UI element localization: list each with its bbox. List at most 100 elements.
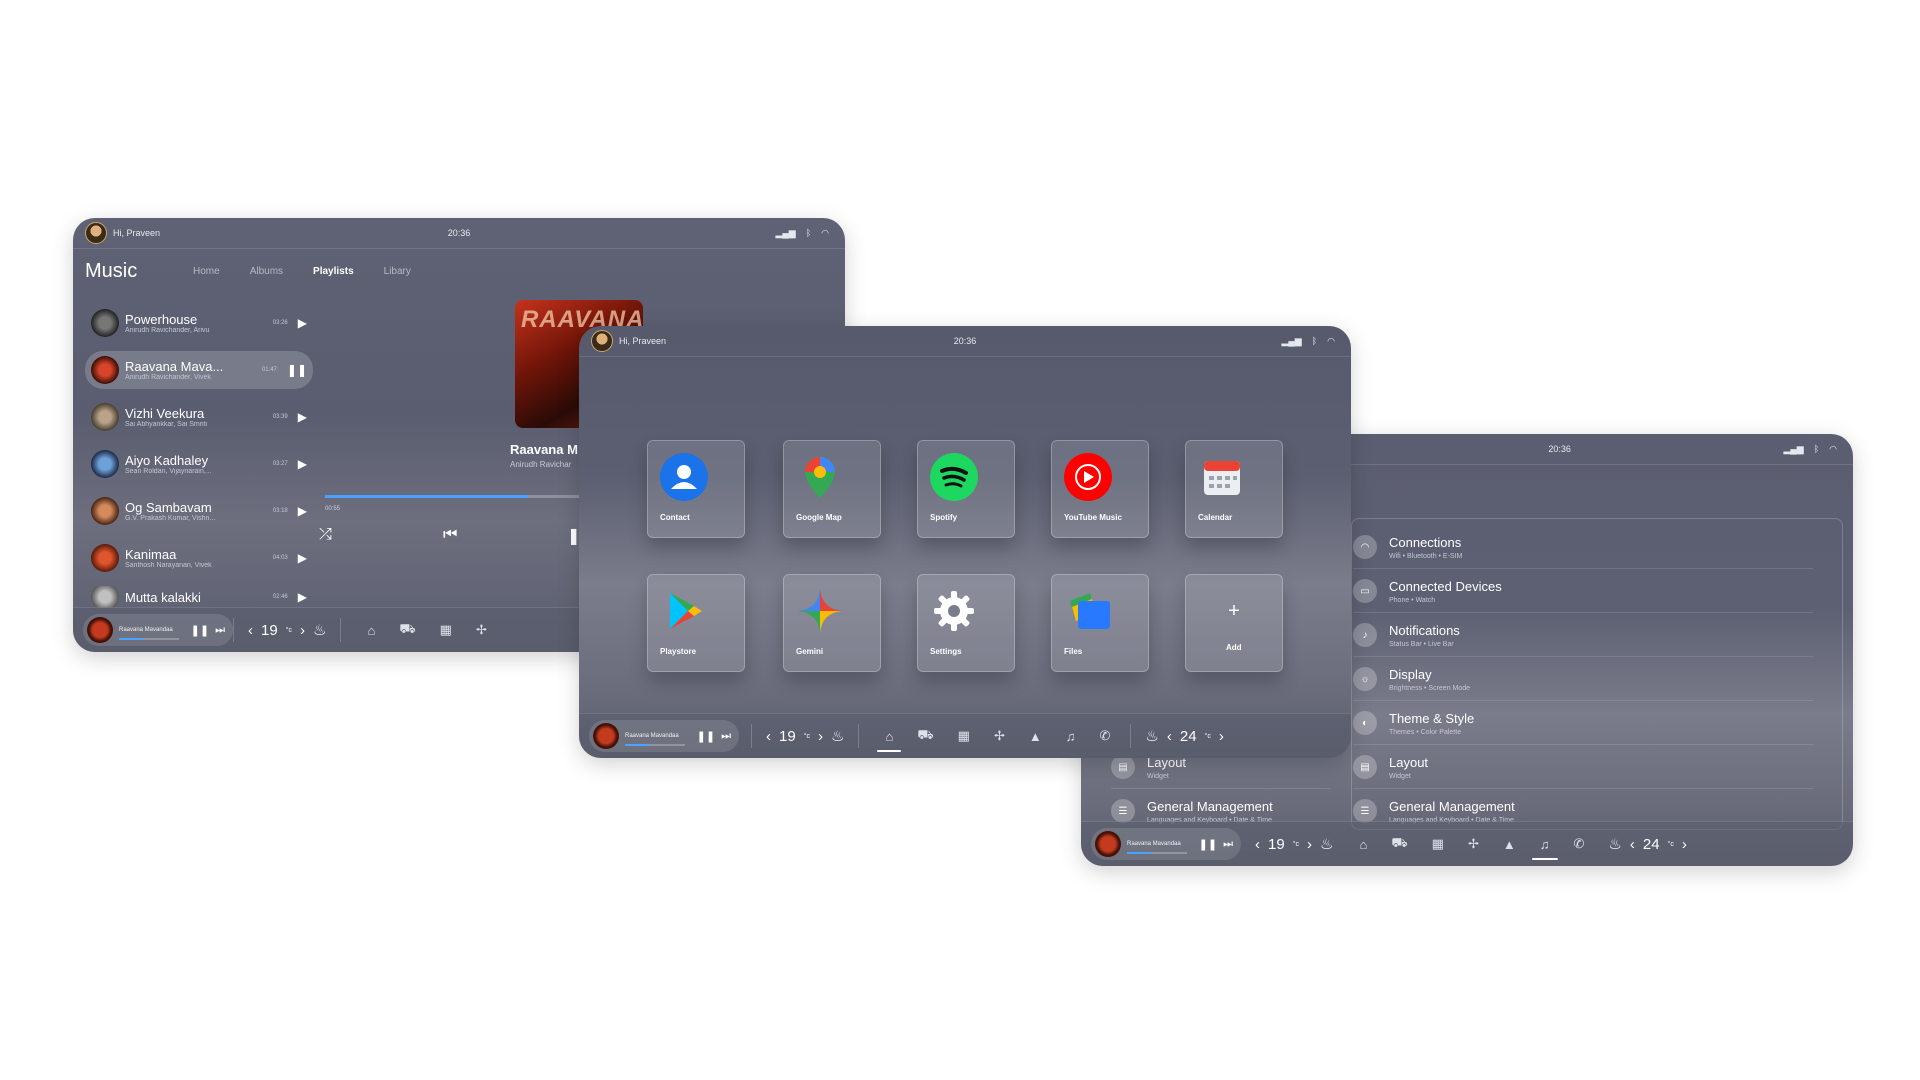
dock-nav: ⌂ ⛟ ▦ ✢ (367, 621, 486, 639)
devices-icon: ▭ (1353, 579, 1377, 603)
mini-player[interactable]: Raavana Mavandaa ❚❚ ⏭ (1091, 828, 1241, 860)
next-icon[interactable]: ⏭ (1223, 838, 1233, 851)
gear-icon (930, 587, 978, 635)
play-icon[interactable]: ▶ (298, 590, 307, 604)
chevron-right-icon[interactable]: › (1307, 836, 1312, 853)
tab-home[interactable]: Home (193, 266, 220, 277)
fan-icon[interactable]: ✢ (994, 728, 1005, 744)
phone-icon[interactable]: ✆ (1100, 728, 1111, 744)
chevron-left-icon[interactable]: ‹ (1255, 836, 1260, 853)
contact-icon (660, 453, 708, 501)
home-icon[interactable]: ⌂ (1359, 837, 1367, 852)
settings-item-connections[interactable]: ◠ Connections Wifi • Bluetooth • E-SIM (1353, 526, 1813, 569)
seat-heat-icon[interactable]: ♨ (1608, 835, 1621, 853)
chevron-right-icon[interactable]: › (818, 728, 823, 745)
app-gemini[interactable]: Gemini (783, 574, 881, 672)
mini-album-art (87, 617, 113, 643)
temperature-left: ‹ 19 °c › ♨ (766, 727, 845, 746)
sliders-icon: ☰ (1111, 799, 1135, 823)
seek-bar[interactable] (325, 495, 585, 498)
fan-icon[interactable]: ✢ (1468, 836, 1479, 852)
now-playing-title: Raavana M (510, 442, 578, 457)
previous-icon[interactable]: ⏮ (443, 526, 457, 544)
list-item[interactable]: Vizhi Veekura Sai Abhyankkar, Sai Smriti 0… (85, 398, 313, 436)
navigation-icon[interactable]: ▲ (1029, 729, 1042, 744)
pause-icon[interactable]: ❚❚ (1199, 838, 1217, 851)
app-contact[interactable]: Contact (647, 440, 745, 538)
mini-player[interactable]: Raavana Mavandaa ❚❚ ⏭ (589, 720, 739, 752)
play-icon[interactable]: ▶ (298, 410, 307, 424)
clock: 20:36 (1548, 444, 1571, 454)
seat-heat-icon[interactable]: ♨ (1145, 727, 1158, 745)
map-pin-icon (796, 453, 844, 501)
app-spotify[interactable]: Spotify (917, 440, 1015, 538)
apps-grid-icon[interactable]: ▦ (1432, 836, 1444, 852)
pause-icon[interactable]: ❚❚ (287, 363, 307, 377)
home-icon[interactable]: ⌂ (877, 729, 902, 752)
apps-grid-icon[interactable]: ▦ (958, 728, 970, 744)
settings-item-display[interactable]: ☼ Display Brightness • Screen Mode (1353, 658, 1813, 701)
play-icon[interactable]: ▶ (298, 504, 307, 518)
phone-icon[interactable]: ✆ (1574, 836, 1585, 852)
tab-library[interactable]: Libary (384, 266, 411, 277)
app-settings[interactable]: Settings (917, 574, 1015, 672)
next-icon[interactable]: ⏭ (215, 624, 225, 637)
play-icon[interactable]: ▶ (298, 457, 307, 471)
list-item[interactable]: Og Sambavam G.V. Prakash Kumar, Vishn... 0… (85, 492, 313, 530)
navigation-icon[interactable]: ▲ (1503, 837, 1516, 852)
settings-item-notifications[interactable]: ♪ Notifications Status Bar • Live Bar (1353, 614, 1813, 657)
car-icon[interactable]: ⛟ (917, 727, 933, 745)
chevron-left-icon[interactable]: ‹ (248, 622, 253, 639)
seat-heat-icon[interactable]: ♨ (313, 621, 326, 639)
play-icon[interactable]: ▶ (298, 551, 307, 565)
pause-icon[interactable]: ❚❚ (697, 730, 715, 743)
app-youtube-music[interactable]: YouTube Music (1051, 440, 1149, 538)
greeting: Hi, Praveen (113, 228, 161, 238)
mini-player[interactable]: Raavana Mavandaa ❚❚ ⏭ (83, 614, 233, 646)
app-add[interactable]: + Add (1185, 574, 1283, 672)
apps-screen: Hi, Praveen 20:36 ▂▄▆ ᛒ ◠ Contact Google M… (579, 326, 1351, 758)
music-icon[interactable]: ♫ (1531, 837, 1558, 860)
pause-icon[interactable]: ❚❚ (191, 624, 209, 637)
chevron-left-icon[interactable]: ‹ (766, 728, 771, 745)
next-icon[interactable]: ⏭ (721, 730, 731, 743)
settings-item-theme[interactable]: ◐ Theme & Style Themes • Color Palette (1353, 702, 1813, 745)
car-icon[interactable]: ⛟ (1391, 835, 1407, 853)
bluetooth-icon: ᛒ (1813, 444, 1820, 454)
list-item[interactable]: Mutta kalakki 02:46 ▶ (85, 586, 313, 608)
chevron-left-icon[interactable]: ‹ (1630, 836, 1635, 853)
settings-item-connected-devices[interactable]: ▭ Connected Devices Phone • Watch (1353, 570, 1813, 613)
play-icon[interactable]: ▶ (298, 316, 307, 330)
bluetooth-icon: ᛒ (1311, 336, 1318, 346)
seat-heat-icon[interactable]: ♨ (1320, 835, 1333, 853)
list-item[interactable]: Powerhouse Anirudh Ravichander, Arivu 03:2… (85, 304, 313, 342)
list-item[interactable]: Aiyo Kadhaley Sean Roldan, Vijaynarain,..… (85, 445, 313, 483)
app-files[interactable]: Files (1051, 574, 1149, 672)
app-playstore[interactable]: Playstore (647, 574, 745, 672)
home-icon[interactable]: ⌂ (367, 623, 375, 638)
settings-item-layout[interactable]: ▤ Layout Widget (1353, 746, 1813, 789)
avatar[interactable] (591, 330, 613, 352)
app-google-map[interactable]: Google Map (783, 440, 881, 538)
chevron-right-icon[interactable]: › (300, 622, 305, 639)
shuffle-icon[interactable]: ⤮ (319, 526, 332, 544)
temperature-right: ♨ ‹ 24 °c › (1608, 835, 1687, 854)
music-icon[interactable]: ♫ (1066, 729, 1076, 744)
bottom-dock: Raavana Mavandaa ❚❚ ⏭ ‹ 19 °c › ♨ ⌂ ⛟ ▦ ✢ ▲ ♫ ✆ ♨ ‹ 24… (579, 713, 1351, 758)
avatar[interactable] (85, 222, 107, 244)
list-item[interactable]: Raavana Mava... Anirudh Ravichander, Vive… (85, 351, 313, 389)
app-calendar[interactable]: Calendar (1185, 440, 1283, 538)
chevron-right-icon[interactable]: › (1219, 728, 1224, 745)
music-tabs: Home Albums Playlists Libary (193, 266, 411, 277)
chevron-right-icon[interactable]: › (1682, 836, 1687, 853)
apps-grid-icon[interactable]: ▦ (440, 622, 452, 638)
tab-playlists[interactable]: Playlists (313, 266, 354, 277)
car-icon[interactable]: ⛟ (399, 621, 415, 639)
seat-heat-icon[interactable]: ♨ (831, 727, 844, 745)
layout-icon: ▤ (1111, 755, 1135, 779)
list-item[interactable]: Kanimaa Santhosh Narayanan, Vivek 04:03 ▶ (85, 539, 313, 577)
tab-albums[interactable]: Albums (250, 266, 283, 277)
fan-icon[interactable]: ✢ (476, 622, 487, 638)
chevron-left-icon[interactable]: ‹ (1167, 728, 1172, 745)
status-bar: Hi, Praveen 20:36 ▂▄▆ ᛒ ◠ (73, 218, 845, 249)
